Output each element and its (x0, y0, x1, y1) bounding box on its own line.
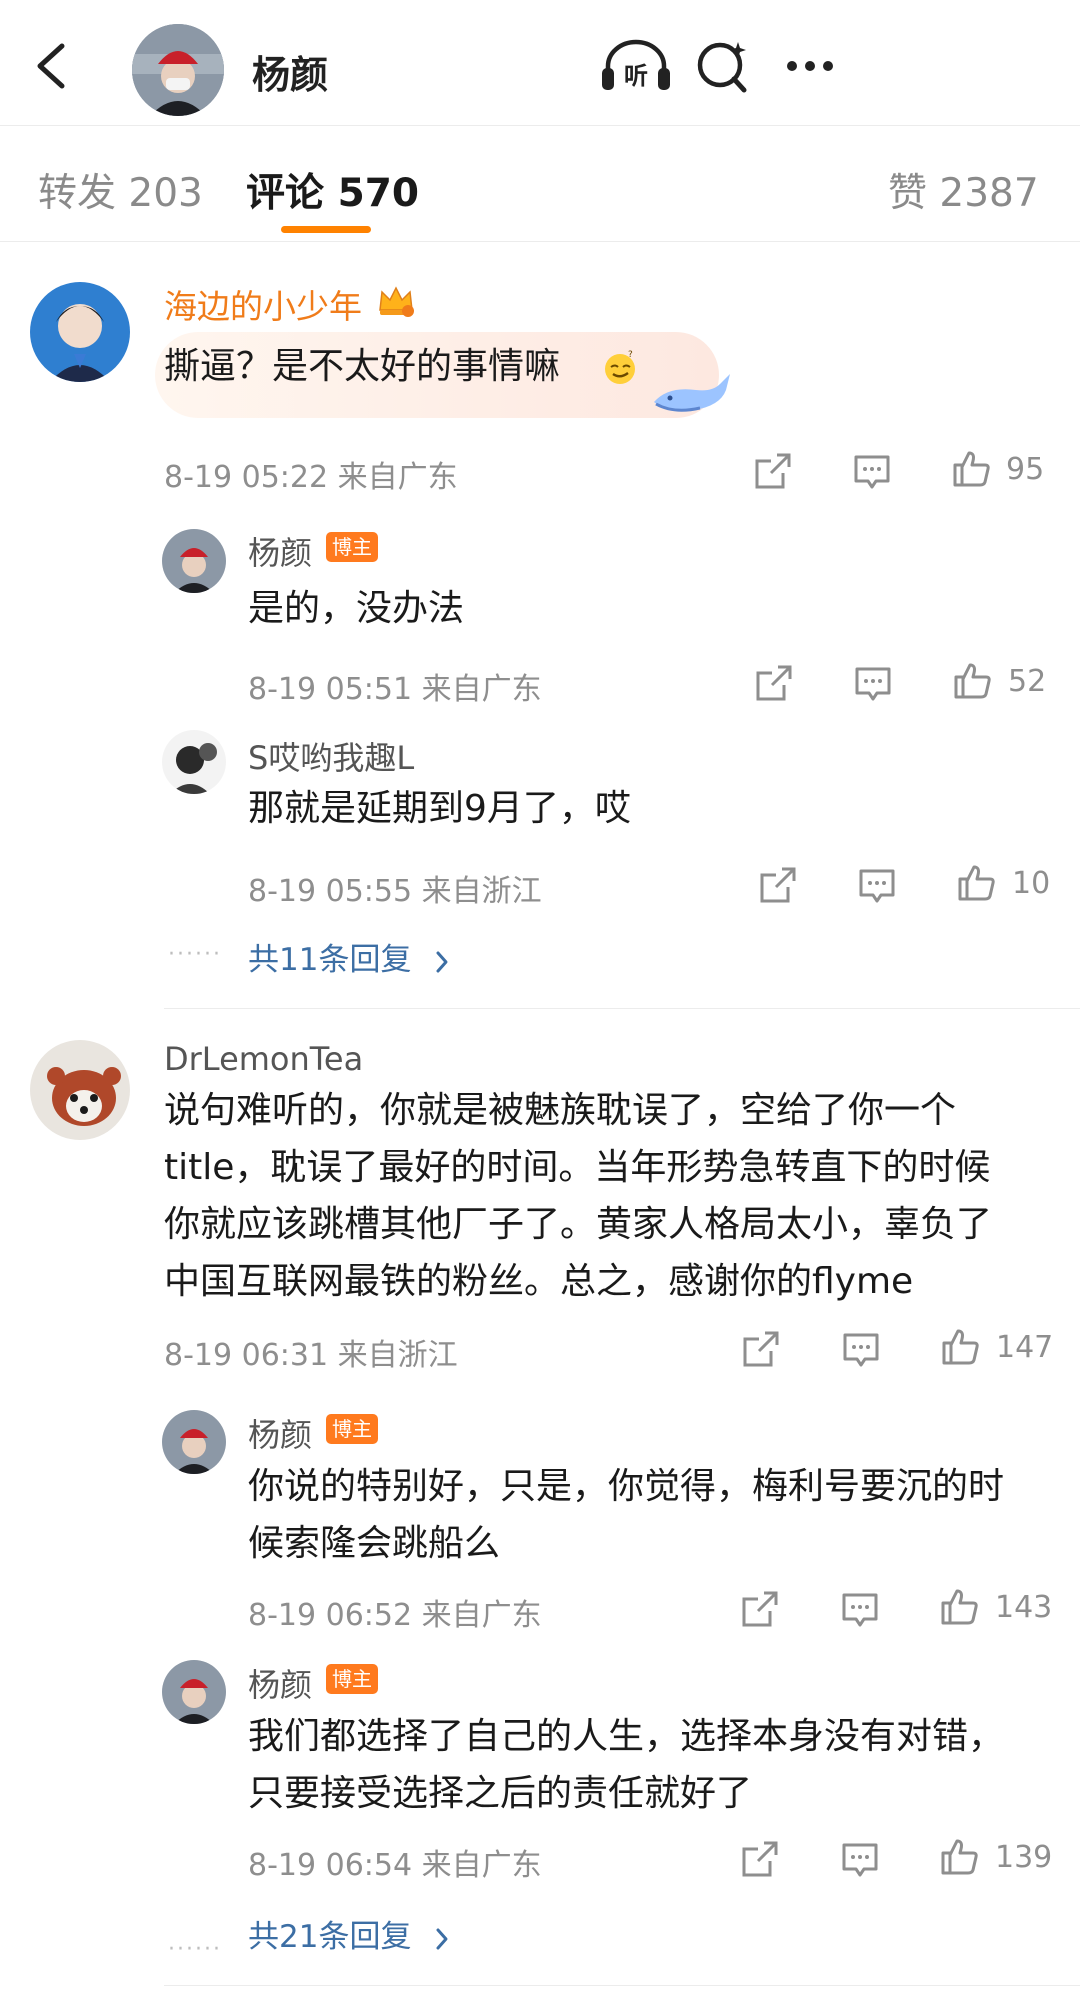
reply-text-line: 候索隆会跳船么 (248, 1523, 501, 1564)
share-icon[interactable] (758, 865, 798, 905)
whale-icon (654, 374, 730, 412)
more-icon[interactable] (772, 38, 848, 94)
comment-username[interactable]: DrLemonTea (164, 1040, 363, 1078)
avatar[interactable] (162, 730, 226, 794)
reply-meta: 8-19 05:55 来自浙江 (248, 874, 542, 909)
comment-icon[interactable] (853, 663, 893, 703)
comment-icon[interactable] (840, 1839, 880, 1879)
avatar[interactable] (162, 529, 226, 593)
reply-text: 是的，没办法 (248, 588, 465, 629)
comment-text: 说句难听的，你就是被魅族耽误了，空给了你一个 title，耽误了最好的时间。当年… (164, 1082, 1064, 1310)
comment-text-line: 说句难听的，你就是被魅族耽误了，空给了你一个 (164, 1090, 957, 1131)
like-icon[interactable] (956, 863, 996, 903)
more-replies-label: 共21条回复 (248, 1919, 412, 1955)
avatar[interactable] (30, 282, 130, 382)
avatar[interactable] (162, 1410, 226, 1474)
reply-text-line: 你说的特别好，只是，你觉得，梅利号要沉的时 (248, 1466, 1005, 1507)
tab-bar: 转发 203 评论 570 赞 2387 (0, 126, 1080, 242)
like-icon[interactable] (951, 449, 991, 489)
comment-text-line: 你就应该跳槽其他厂子了。黄家人格局太小，辜负了 (164, 1204, 993, 1245)
dots-separator: ······ (168, 1937, 222, 1962)
share-icon[interactable] (754, 663, 794, 703)
avatar[interactable] (132, 24, 224, 116)
reply-meta: 8-19 05:51 来自广东 (248, 672, 542, 707)
dots-separator: ······ (168, 942, 222, 967)
like-icon[interactable] (939, 1837, 979, 1877)
author-badge: 博主 (326, 1664, 378, 1694)
like-count: 147 (996, 1330, 1054, 1365)
author-badge: 博主 (326, 532, 378, 562)
reply-username[interactable]: 杨颜 (248, 1410, 312, 1456)
reply-meta: 8-19 06:52 来自广东 (248, 1598, 542, 1633)
comment-meta: 8-19 06:31 来自浙江 (164, 1338, 458, 1373)
comment-text-line: title，耽误了最好的时间。当年形势急转直下的时候 (164, 1147, 991, 1188)
like-icon[interactable] (939, 1587, 979, 1627)
comment-icon[interactable] (852, 451, 892, 491)
reply-text: 我们都选择了自己的人生，选择本身没有对错， 只要接受选择之后的责任就好了 (248, 1708, 1078, 1822)
view-more-replies-link[interactable]: 共11条回复 (248, 934, 449, 979)
comment-username[interactable]: 海边的小少年 (164, 280, 362, 328)
reply-text-line: 我们都选择了自己的人生，选择本身没有对错， (248, 1716, 1005, 1757)
share-icon[interactable] (740, 1589, 780, 1629)
tab-reposts[interactable]: 转发 203 (38, 162, 203, 218)
author-badge: 博主 (326, 1414, 378, 1444)
share-icon[interactable] (740, 1839, 780, 1879)
share-icon[interactable] (753, 451, 793, 491)
reply-username[interactable]: 杨颜 (248, 528, 312, 574)
crown-icon (379, 286, 414, 317)
like-count: 143 (995, 1590, 1053, 1625)
avatar[interactable] (30, 1040, 130, 1140)
like-count: 10 (1012, 866, 1051, 901)
comment-meta: 8-19 05:22 来自广东 (164, 460, 458, 495)
comment-text: 撕逼？是不太好的事情嘛 (164, 346, 561, 387)
tab-comments[interactable]: 评论 570 (246, 162, 419, 218)
like-count: 139 (995, 1840, 1053, 1875)
comment-divider (164, 1008, 1080, 1009)
like-icon[interactable] (952, 661, 992, 701)
reply-text: 那就是延期到9月了，哎 (248, 788, 631, 829)
comment-icon[interactable] (857, 865, 897, 905)
like-count: 52 (1008, 664, 1047, 699)
reply-username[interactable]: 杨颜 (248, 1660, 312, 1706)
svg-text:听: 听 (624, 62, 648, 90)
search-icon[interactable] (686, 38, 762, 94)
chevron-right-icon (436, 1928, 448, 1949)
comment-divider (164, 1985, 1080, 1986)
like-count: 95 (1006, 452, 1045, 487)
top-bar: 杨颜 听 (0, 0, 1080, 126)
active-tab-indicator (281, 226, 371, 233)
svg-text:?: ? (628, 350, 633, 360)
like-icon[interactable] (940, 1327, 980, 1367)
tab-likes[interactable]: 赞 2387 (888, 162, 1039, 218)
comment-icon[interactable] (841, 1329, 881, 1369)
listen-icon[interactable]: 听 (598, 38, 674, 94)
reply-username[interactable]: S哎哟我趣L (248, 733, 414, 779)
share-icon[interactable] (741, 1329, 781, 1369)
more-replies-label: 共11条回复 (248, 942, 412, 978)
view-more-replies-link[interactable]: 共21条回复 (248, 1911, 449, 1956)
smirk-emoji-icon: ? (605, 350, 635, 384)
avatar[interactable] (162, 1660, 226, 1724)
reply-meta: 8-19 06:54 来自广东 (248, 1848, 542, 1883)
reply-text: 你说的特别好，只是，你觉得，梅利号要沉的时 候索隆会跳船么 (248, 1458, 1068, 1572)
chevron-right-icon (436, 951, 448, 972)
back-icon[interactable] (30, 40, 74, 92)
comment-icon[interactable] (840, 1589, 880, 1629)
page-title: 杨颜 (252, 53, 329, 97)
reply-text-line: 只要接受选择之后的责任就好了 (248, 1773, 753, 1814)
comment-text-line: 中国互联网最铁的粉丝。总之，感谢你的flyme (164, 1261, 914, 1302)
